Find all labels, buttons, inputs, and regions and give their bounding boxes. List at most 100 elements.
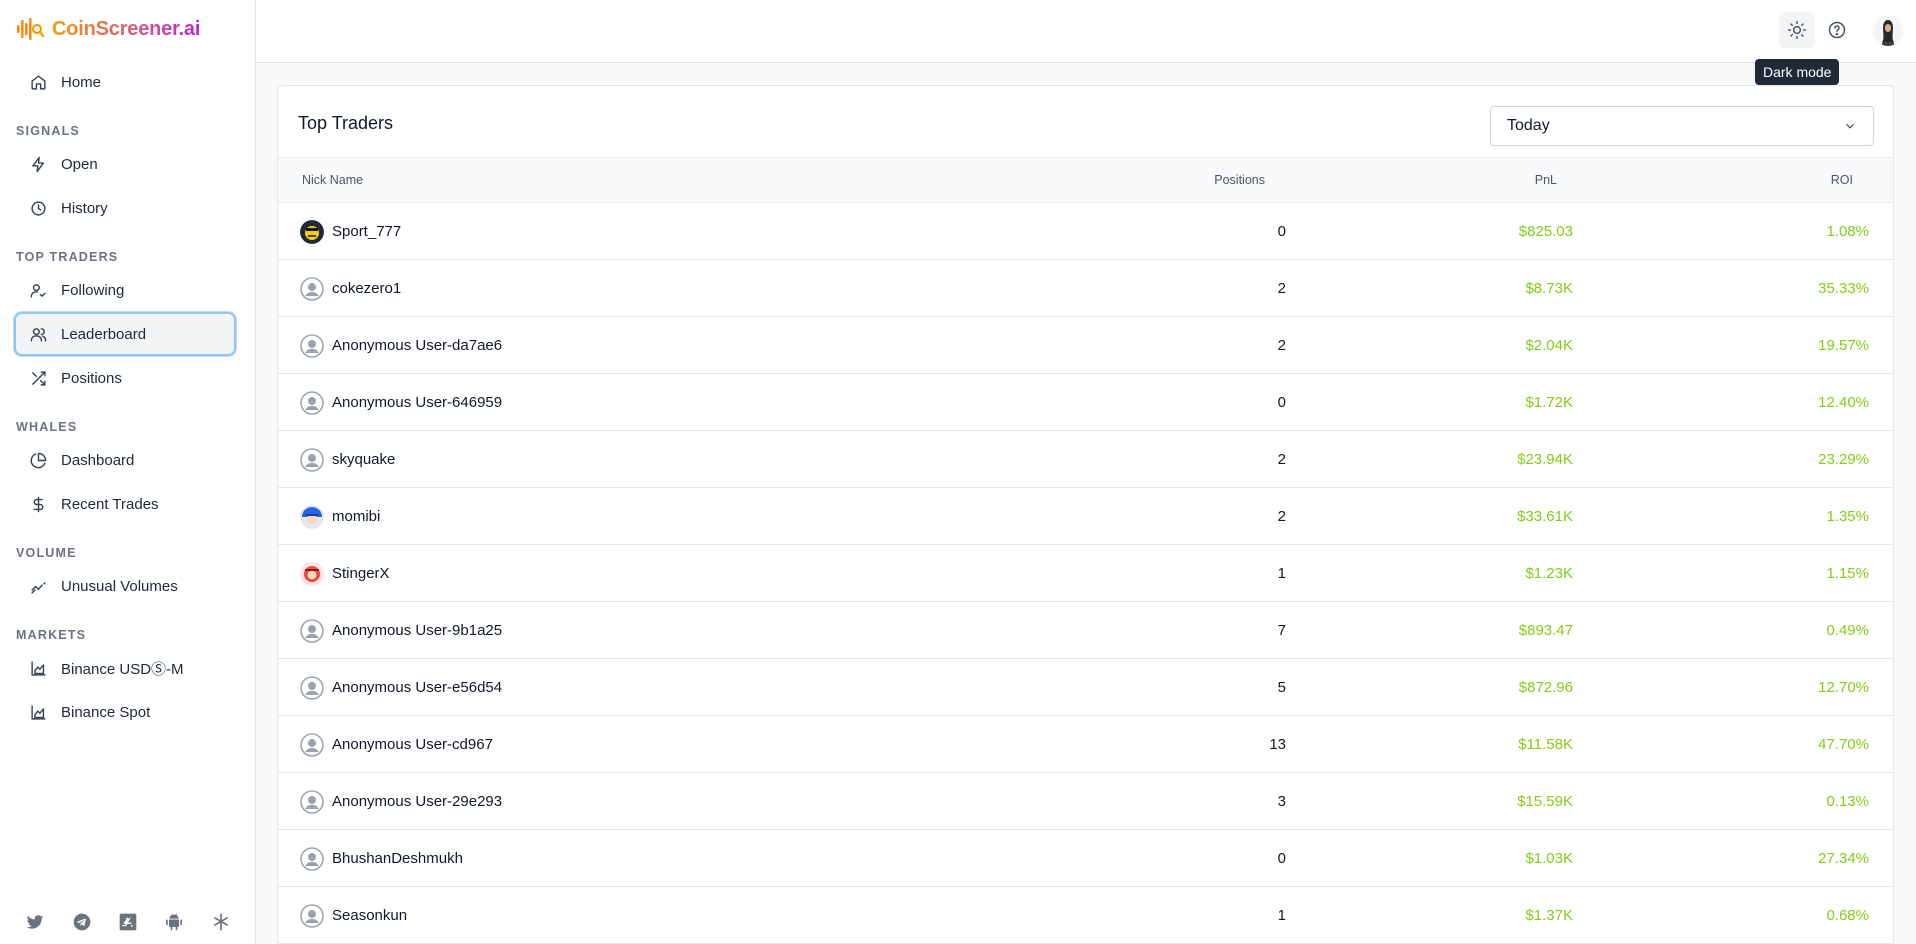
- roi-value: 1.35%: [1826, 508, 1869, 525]
- period-select[interactable]: Today: [1490, 106, 1874, 146]
- trader-cell[interactable]: skyquake: [300, 431, 395, 488]
- trader-name[interactable]: Anonymous User-cd967: [332, 736, 493, 753]
- trader-cell[interactable]: Anonymous User-29e293: [300, 773, 502, 830]
- trader-name[interactable]: BhushanDeshmukh: [332, 850, 463, 867]
- sidebar-item-label: Binance USDⓈ-M: [61, 660, 184, 678]
- area-chart-icon: [31, 660, 46, 676]
- column-header-nick-name[interactable]: Nick Name: [302, 158, 363, 202]
- positions-value: 2: [1277, 451, 1286, 468]
- trader-name[interactable]: Anonymous User-29e293: [332, 793, 502, 810]
- sidebar-item-binance-usdm[interactable]: Binance USDⓈ-M: [14, 646, 236, 690]
- sidebar-item-recent-trades[interactable]: Recent Trades: [14, 482, 236, 526]
- trader-cell[interactable]: StingerX: [300, 545, 390, 602]
- activity-icon: [31, 581, 46, 594]
- help-icon: [1828, 21, 1846, 39]
- app-store-icon[interactable]: [117, 911, 139, 933]
- app-logo[interactable]: CoinScreener.ai: [16, 16, 200, 42]
- sidebar-item-history[interactable]: History: [14, 186, 236, 230]
- section-label-whales: WHALES: [16, 420, 78, 434]
- sidebar-item-positions[interactable]: Positions: [14, 356, 236, 400]
- sidebar-item-label: History: [61, 199, 108, 217]
- sidebar-item-unusual-volumes[interactable]: Unusual Volumes: [14, 564, 236, 608]
- roi-value: 27.34%: [1818, 850, 1869, 867]
- sidebar-item-label: Open: [61, 155, 98, 173]
- dollar-icon: [33, 496, 44, 512]
- table-row[interactable]: BhushanDeshmukh 0 $1.03K 27.34%: [278, 830, 1893, 887]
- sidebar-item-label: Dashboard: [61, 451, 135, 469]
- column-header-pnl[interactable]: PnL: [1535, 158, 1557, 202]
- trader-name[interactable]: Seasonkun: [332, 907, 407, 924]
- trader-cell[interactable]: Anonymous User-646959: [300, 374, 502, 431]
- telegram-icon[interactable]: [71, 911, 93, 933]
- trader-cell[interactable]: cokezero1: [300, 260, 401, 317]
- positions-value: 0: [1277, 394, 1286, 411]
- trader-name[interactable]: Sport_777: [332, 223, 401, 240]
- trader-name[interactable]: Anonymous User-e56d54: [332, 679, 502, 696]
- sidebar-item-label: Positions: [61, 369, 122, 387]
- trader-name[interactable]: momibi: [332, 508, 380, 525]
- trader-name[interactable]: Anonymous User-646959: [332, 394, 502, 411]
- trader-name[interactable]: Anonymous User-9b1a25: [332, 622, 502, 639]
- positions-value: 2: [1277, 280, 1286, 297]
- soundwave-logo-icon: [17, 18, 44, 40]
- table-row[interactable]: Anonymous User-cd967 13 $11.58K 47.70%: [278, 716, 1893, 773]
- table-row[interactable]: Anonymous User-e56d54 5 $872.96 12.70%: [278, 659, 1893, 716]
- table-row[interactable]: cokezero1 2 $8.73K 35.33%: [278, 260, 1893, 317]
- sidebar-item-open[interactable]: Open: [14, 142, 236, 186]
- android-icon[interactable]: [163, 911, 185, 933]
- sidebar-item-label: Home: [61, 73, 102, 91]
- table-row[interactable]: momibi 2 $33.61K 1.35%: [278, 488, 1893, 545]
- pnl-value: $1.23K: [1525, 565, 1573, 582]
- table-row[interactable]: Anonymous User-da7ae6 2 $2.04K 19.57%: [278, 317, 1893, 374]
- asterisk-icon[interactable]: [210, 911, 232, 933]
- sidebar: CoinScreener.ai Home SIGNALS Open Histor…: [0, 0, 256, 944]
- column-header-roi[interactable]: ROI: [1831, 158, 1853, 202]
- twitter-icon[interactable]: [24, 911, 46, 933]
- trader-cell[interactable]: Sport_777: [300, 203, 401, 260]
- sidebar-item-home[interactable]: Home: [14, 60, 236, 104]
- trader-cell[interactable]: momibi: [300, 488, 380, 545]
- trader-name[interactable]: StingerX: [332, 565, 390, 582]
- pnl-value: $1.72K: [1525, 394, 1573, 411]
- table-row[interactable]: StingerX 1 $1.23K 1.15%: [278, 545, 1893, 602]
- table-row[interactable]: Anonymous User-646959 0 $1.72K 12.40%: [278, 374, 1893, 431]
- column-header-positions[interactable]: Positions: [1214, 158, 1265, 202]
- table-row[interactable]: skyquake 2 $23.94K 23.29%: [278, 431, 1893, 488]
- pnl-value: $11.58K: [1518, 736, 1573, 753]
- section-label-volume: VOLUME: [16, 546, 77, 560]
- chevron-down-icon: [1846, 123, 1854, 129]
- trader-cell[interactable]: BhushanDeshmukh: [300, 830, 463, 887]
- sidebar-item-leaderboard[interactable]: Leaderboard: [14, 312, 236, 356]
- roi-value: 0.49%: [1826, 622, 1869, 639]
- help-button[interactable]: [1819, 12, 1855, 48]
- pnl-value: $825.03: [1518, 223, 1573, 240]
- trader-avatar: [300, 219, 324, 244]
- trader-cell[interactable]: Anonymous User-cd967: [300, 716, 493, 773]
- table-row[interactable]: Sport_777 0 $825.03 1.08%: [278, 203, 1893, 260]
- sidebar-item-following[interactable]: Following: [14, 268, 236, 312]
- trader-cell[interactable]: Anonymous User-da7ae6: [300, 317, 502, 374]
- positions-value: 3: [1277, 793, 1286, 810]
- table-row[interactable]: Anonymous User-9b1a25 7 $893.47 0.49%: [278, 602, 1893, 659]
- trader-name[interactable]: skyquake: [332, 451, 395, 468]
- home-icon: [31, 74, 46, 90]
- trader-avatar: [300, 561, 324, 586]
- pie-chart-icon: [30, 452, 47, 468]
- trader-cell[interactable]: Seasonkun: [300, 887, 407, 944]
- sidebar-item-dashboard[interactable]: Dashboard: [14, 438, 236, 482]
- table-row[interactable]: Seasonkun 1 $1.37K 0.68%: [278, 887, 1893, 944]
- trader-name[interactable]: Anonymous User-da7ae6: [332, 337, 502, 354]
- positions-value: 0: [1277, 850, 1286, 867]
- trader-avatar: [300, 846, 324, 871]
- sidebar-item-binance-spot[interactable]: Binance Spot: [14, 690, 236, 734]
- top-traders-card: Top Traders Today Nick Name Positions Pn…: [277, 85, 1894, 944]
- user-avatar[interactable]: [1873, 16, 1903, 46]
- trader-name[interactable]: cokezero1: [332, 280, 401, 297]
- sidebar-item-label: Recent Trades: [61, 495, 159, 513]
- table-row[interactable]: Anonymous User-29e293 3 $15.59K 0.13%: [278, 773, 1893, 830]
- trader-cell[interactable]: Anonymous User-9b1a25: [300, 602, 502, 659]
- positions-value: 2: [1277, 337, 1286, 354]
- dark-mode-toggle[interactable]: [1779, 12, 1815, 48]
- trader-cell[interactable]: Anonymous User-e56d54: [300, 659, 502, 716]
- pnl-value: $2.04K: [1525, 337, 1573, 354]
